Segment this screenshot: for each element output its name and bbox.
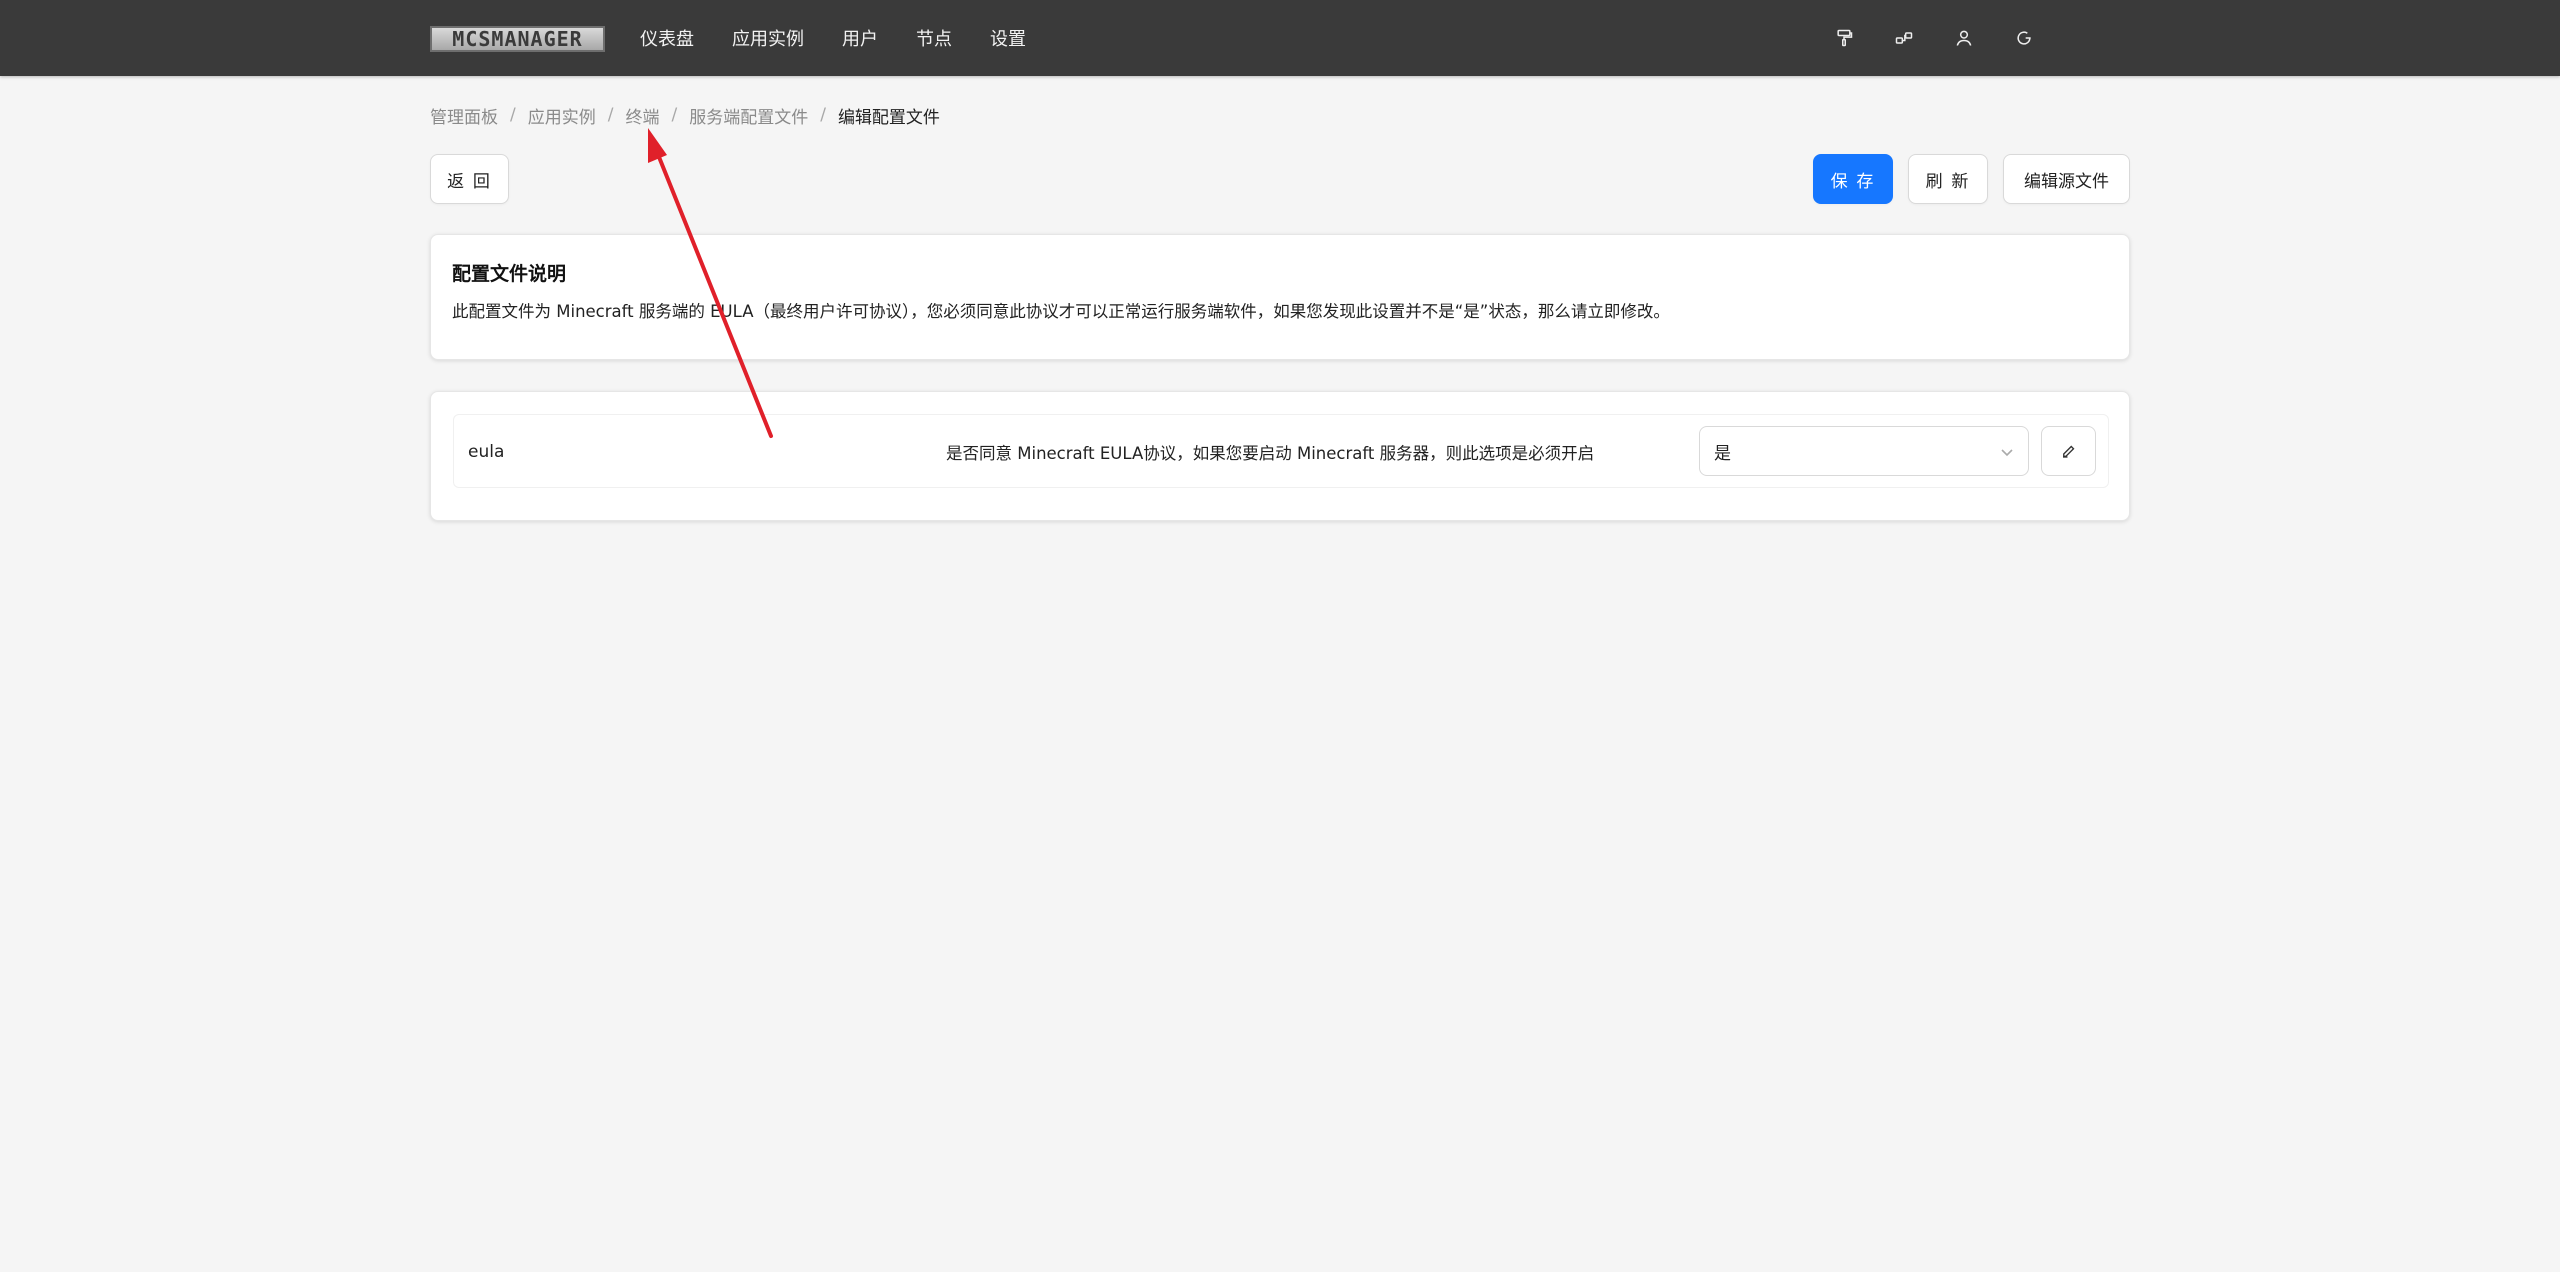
nav-settings[interactable]: 设置 bbox=[990, 25, 1026, 51]
header-icon-group bbox=[1796, 0, 2560, 76]
config-description-card: 配置文件说明 此配置文件为 Minecraft 服务端的 EULA（最终用户许可… bbox=[430, 234, 2130, 360]
config-row-eula: eula 是否同意 Minecraft EULA协议，如果您要启动 Minecr… bbox=[453, 414, 2109, 488]
save-button[interactable]: 保 存 bbox=[1813, 154, 1893, 204]
card-title: 配置文件说明 bbox=[452, 263, 567, 285]
annotation-arrow-icon bbox=[648, 128, 773, 438]
main-nav: 仪表盘 应用实例 用户 节点 设置 bbox=[640, 0, 1064, 76]
card-description: 此配置文件为 Minecraft 服务端的 EULA（最终用户许可协议），您必须… bbox=[452, 302, 1670, 321]
back-button[interactable]: 返 回 bbox=[430, 154, 509, 204]
select-value: 是 bbox=[1714, 443, 1731, 464]
chevron-down-icon bbox=[2000, 444, 2014, 458]
nav-nodes[interactable]: 节点 bbox=[916, 25, 952, 51]
breadcrumb-instances[interactable]: 应用实例 bbox=[528, 103, 596, 128]
paint-roller-icon[interactable] bbox=[1832, 26, 1856, 50]
top-navbar: MCSMANAGER 仪表盘 应用实例 用户 节点 设置 bbox=[0, 0, 2560, 76]
config-key: eula bbox=[468, 442, 505, 462]
mcsmanager-logo[interactable]: MCSMANAGER bbox=[430, 26, 605, 52]
edit-source-button[interactable]: 编辑源文件 bbox=[2003, 154, 2130, 204]
pencil-icon bbox=[2062, 445, 2074, 458]
nav-dashboard[interactable]: 仪表盘 bbox=[640, 25, 694, 51]
config-key-description: 是否同意 Minecraft EULA协议，如果您要启动 Minecraft 服… bbox=[946, 444, 1595, 463]
user-icon[interactable] bbox=[1952, 26, 1976, 50]
breadcrumb-separator: / bbox=[671, 105, 678, 125]
breadcrumb-dashboard[interactable]: 管理面板 bbox=[430, 103, 498, 128]
edit-value-button[interactable] bbox=[2041, 426, 2096, 476]
nodes-icon[interactable] bbox=[1892, 26, 1916, 50]
breadcrumb-separator: / bbox=[820, 105, 826, 125]
eula-value-select[interactable]: 是 bbox=[1699, 426, 2029, 476]
nav-users[interactable]: 用户 bbox=[842, 25, 878, 51]
config-items-card: eula 是否同意 Minecraft EULA协议，如果您要启动 Minecr… bbox=[430, 391, 2130, 521]
breadcrumb-server-config[interactable]: 服务端配置文件 bbox=[689, 103, 808, 128]
breadcrumb-separator: / bbox=[510, 105, 516, 125]
nav-instances[interactable]: 应用实例 bbox=[732, 25, 804, 51]
breadcrumb-current: 编辑配置文件 bbox=[837, 107, 940, 128]
refresh-button[interactable]: 刷 新 bbox=[1908, 154, 1988, 204]
logout-icon[interactable] bbox=[2012, 26, 2036, 50]
breadcrumb-separator: / bbox=[607, 105, 614, 125]
breadcrumb-terminal[interactable]: 终端 bbox=[625, 103, 659, 128]
breadcrumb: 管理面板 / 应用实例 / 终端 / 服务端配置文件 / 编辑配置文件 bbox=[430, 102, 940, 128]
